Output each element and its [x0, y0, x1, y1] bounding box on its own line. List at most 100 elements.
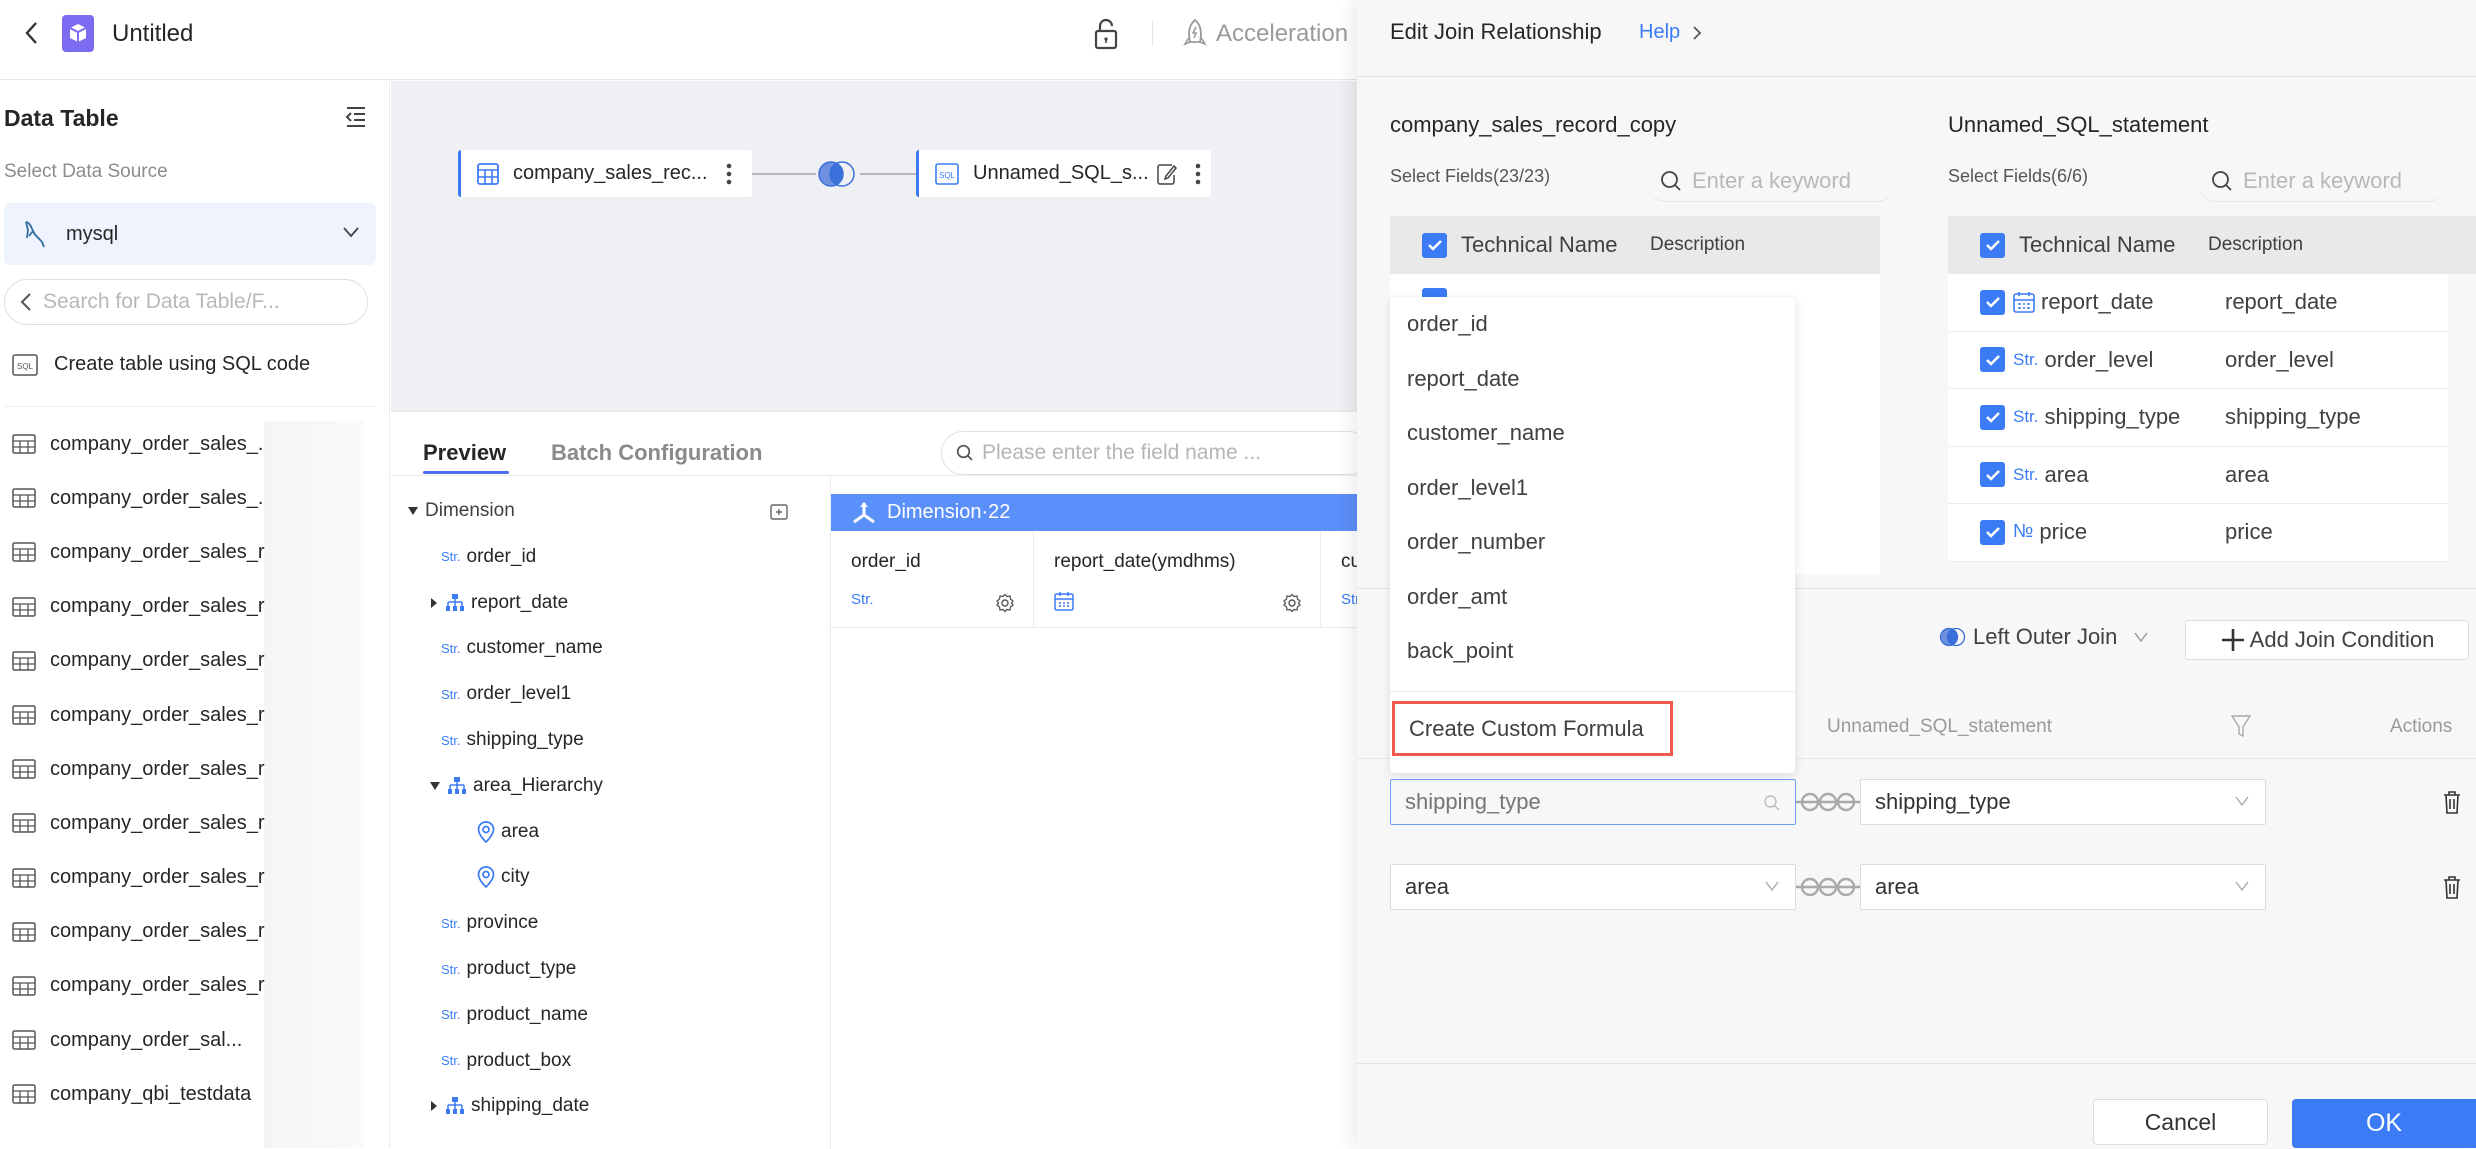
- left-field-select-focused[interactable]: [1390, 779, 1796, 825]
- tree-field-item[interactable]: area_Hierarchy: [429, 771, 603, 801]
- tree-field-item[interactable]: Str. product_box: [441, 1046, 571, 1076]
- left-field-select[interactable]: area: [1390, 864, 1796, 910]
- tree-field-item[interactable]: Str. shipping_type: [441, 725, 584, 755]
- table-list-item[interactable]: company_order_sales_r: [12, 742, 362, 796]
- more-vertical-icon[interactable]: [726, 163, 732, 185]
- select-all-checkbox[interactable]: [1980, 232, 2005, 258]
- acceleration-button[interactable]: Acceleration: [1182, 18, 1348, 50]
- tree-field-item[interactable]: city: [477, 862, 530, 892]
- left-field-search-input[interactable]: [1405, 789, 1745, 815]
- tree-field-item[interactable]: Str. province: [441, 908, 538, 938]
- dropdown-option[interactable]: order_number: [1407, 529, 1545, 555]
- right-field-select[interactable]: shipping_type: [1860, 779, 2266, 825]
- add-join-condition-button[interactable]: Add Join Condition: [2185, 620, 2469, 660]
- help-label: Help: [1639, 21, 1681, 43]
- ok-button[interactable]: OK: [2292, 1099, 2476, 1148]
- tree-field-item[interactable]: shipping_date: [429, 1091, 589, 1121]
- table-icon: [12, 651, 36, 671]
- gear-icon[interactable]: [1282, 593, 1302, 613]
- table-icon: [12, 813, 36, 834]
- tab-batch-configuration[interactable]: Batch Configuration: [551, 440, 762, 466]
- right-table-node[interactable]: SQL Unnamed_SQL_s...: [916, 150, 1211, 197]
- dropdown-option[interactable]: order_id: [1407, 311, 1488, 337]
- table-list-item[interactable]: company_order_sales_r: [12, 634, 362, 688]
- table-list-item[interactable]: company_order_sales_.: [12, 417, 362, 471]
- table-list-item[interactable]: company_order_sales_r: [12, 688, 362, 742]
- field-technical-name: price: [2039, 519, 2088, 545]
- left-table-node[interactable]: company_sales_rec...: [458, 150, 752, 197]
- left-keyword-search[interactable]: [1646, 160, 1896, 202]
- table-list-item[interactable]: company_order_sales_r: [12, 580, 362, 634]
- dropdown-option[interactable]: report_date: [1407, 366, 1520, 392]
- tree-group-dimension[interactable]: Dimension: [407, 496, 633, 526]
- tree-field-item[interactable]: report_date: [429, 588, 568, 618]
- left-field-dropdown: order_id report_date customer_name order_le…: [1390, 297, 1795, 773]
- tree-field-item[interactable]: area: [477, 817, 539, 847]
- table-list-item[interactable]: company_order_sales_r: [12, 905, 362, 959]
- check-icon: [1985, 527, 2000, 539]
- field-search-input[interactable]: [982, 441, 1342, 465]
- right-keyword-input[interactable]: [2243, 167, 2443, 194]
- dropdown-option[interactable]: order_amt: [1407, 584, 1507, 610]
- field-checkbox[interactable]: [1980, 289, 2005, 315]
- sidebar-title: Data Table: [4, 105, 119, 131]
- dropdown-option[interactable]: back_point: [1407, 638, 1513, 664]
- filter-icon[interactable]: [2230, 714, 2252, 738]
- tab-preview[interactable]: Preview: [423, 440, 506, 466]
- add-folder-button[interactable]: [769, 501, 789, 521]
- data-source-select[interactable]: mysql: [4, 203, 376, 265]
- tree-field-item[interactable]: Str. order_id: [441, 542, 536, 572]
- field-label: product_name: [466, 1003, 588, 1025]
- field-search-field[interactable]: [941, 431, 1371, 475]
- create-custom-formula-option[interactable]: Create Custom Formula: [1392, 701, 1673, 756]
- delete-icon[interactable]: [2442, 874, 2462, 900]
- right-field-select[interactable]: area: [1860, 864, 2266, 910]
- right-keyword-search[interactable]: [2197, 160, 2447, 202]
- table-search-field[interactable]: [4, 279, 368, 325]
- create-sql-table-button[interactable]: SQL Create table using SQL code: [12, 353, 310, 376]
- more-vertical-icon[interactable]: [1195, 163, 1201, 185]
- back-button[interactable]: [20, 18, 44, 48]
- link-chain-icon: [1796, 877, 1860, 897]
- left-keyword-input[interactable]: [1692, 167, 1892, 194]
- search-icon: [1764, 795, 1780, 811]
- table-list-item[interactable]: company_order_sal...: [12, 1013, 362, 1067]
- delete-icon[interactable]: [2442, 789, 2462, 815]
- field-checkbox[interactable]: [1980, 462, 2005, 488]
- tree-field-item[interactable]: Str. product_type: [441, 954, 576, 984]
- table-list-item[interactable]: company_order_sales_.: [12, 471, 362, 525]
- join-type-select[interactable]: Left Outer Join: [1939, 624, 2149, 650]
- tree-field-item[interactable]: Str. product_name: [441, 1000, 588, 1030]
- select-source-label: Select Data Source: [4, 161, 168, 182]
- table-icon: [12, 922, 36, 942]
- table-icon: [12, 488, 36, 509]
- caret-down-icon: [430, 781, 440, 790]
- table-list-item[interactable]: company_qbi_testdata: [12, 1067, 362, 1121]
- tree-field-item[interactable]: Str. customer_name: [441, 633, 603, 663]
- gear-icon[interactable]: [995, 593, 1015, 613]
- edit-icon[interactable]: [1156, 163, 1177, 185]
- table-list-item[interactable]: company_order_sales_r: [12, 525, 362, 579]
- lock-button[interactable]: [1092, 17, 1120, 51]
- tree-field-item[interactable]: Str. order_level1: [441, 679, 571, 709]
- table-search-input[interactable]: [43, 290, 343, 314]
- left-join-venn-icon: [818, 161, 855, 187]
- column-header-order-id[interactable]: order_id Str.: [831, 531, 1034, 628]
- column-header-report-date[interactable]: report_date(ymdhms): [1034, 531, 1321, 628]
- table-list-item[interactable]: company_order_sales_r: [12, 851, 362, 905]
- dropdown-option[interactable]: order_level1: [1407, 475, 1528, 501]
- chevron-down-icon: [2235, 796, 2249, 807]
- cancel-button[interactable]: Cancel: [2093, 1099, 2268, 1145]
- field-checkbox[interactable]: [1980, 347, 2005, 373]
- search-icon: [956, 444, 973, 461]
- join-relationship-button[interactable]: [816, 159, 860, 189]
- table-list-item[interactable]: company_order_sales_r: [12, 796, 362, 850]
- dropdown-option[interactable]: customer_name: [1407, 420, 1565, 446]
- table-list-item[interactable]: company_order_sales_r: [12, 959, 362, 1013]
- field-checkbox[interactable]: [1980, 519, 2005, 545]
- select-all-checkbox[interactable]: [1422, 232, 1447, 258]
- field-checkbox[interactable]: [1980, 404, 2005, 430]
- collapse-sidebar-button[interactable]: [344, 105, 368, 129]
- string-type-icon: Str.: [441, 1053, 461, 1069]
- help-link[interactable]: Help: [1639, 21, 1702, 44]
